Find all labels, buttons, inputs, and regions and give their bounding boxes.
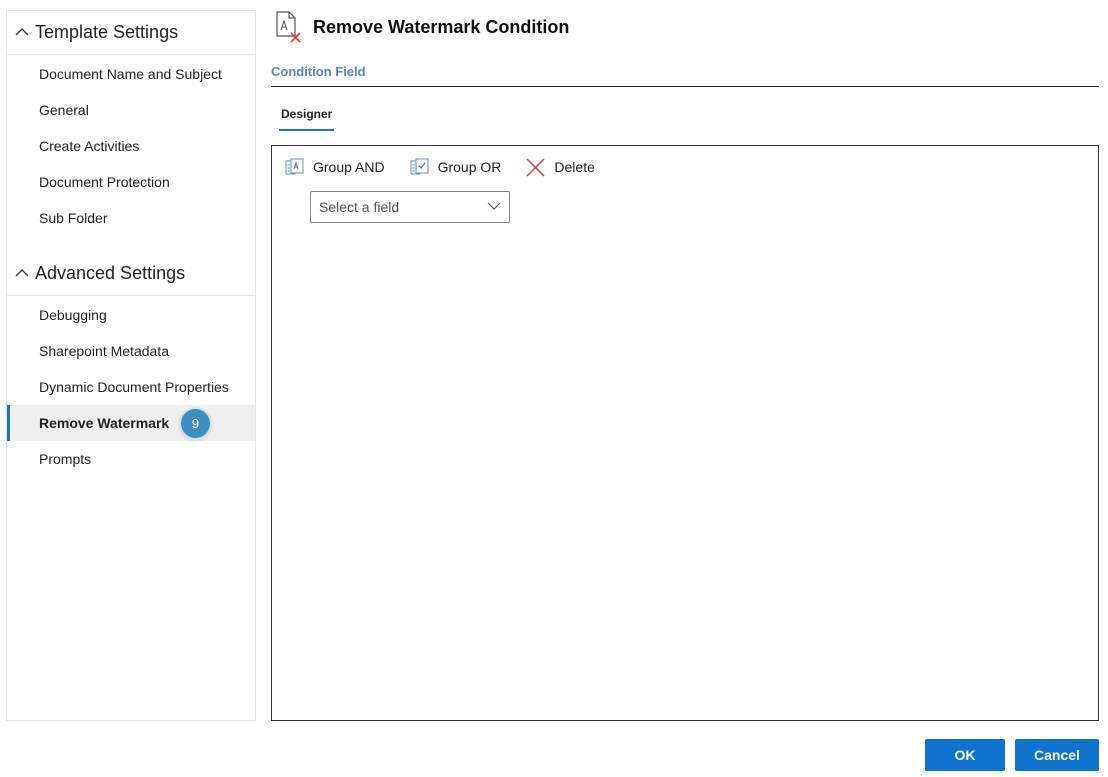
sidebar-item-label: Document Name and Subject <box>39 66 222 82</box>
section-template-settings[interactable]: Template Settings <box>7 11 255 55</box>
designer-toolbar: Group AND Group OR Delete <box>285 157 620 177</box>
delete-button[interactable]: Delete <box>526 157 595 177</box>
sidebar-item-label: Create Activities <box>39 138 140 154</box>
ok-button[interactable]: OK <box>925 739 1005 771</box>
sidebar-item-label: Prompts <box>39 451 92 467</box>
sidebar-item-sub-folder[interactable]: Sub Folder <box>7 200 255 236</box>
group-and-button[interactable]: Group AND <box>285 158 385 176</box>
settings-sidebar: Template Settings Document Name and Subj… <box>6 10 256 721</box>
chevron-up-icon <box>15 28 29 36</box>
sidebar-item-debugging[interactable]: Debugging <box>7 297 255 333</box>
group-or-label: Group OR <box>437 159 502 175</box>
sidebar-item-document-protection[interactable]: Document Protection <box>7 164 255 200</box>
section-title: Template Settings <box>35 22 179 42</box>
sidebar-item-label: Document Protection <box>39 174 170 190</box>
sidebar-item-label: Remove Watermark <box>39 415 170 431</box>
condition-field-label: Condition Field <box>271 64 366 79</box>
sidebar-item-label: Dynamic Document Properties <box>39 379 229 395</box>
group-and-icon <box>285 158 304 175</box>
condition-field-divider <box>271 86 1099 87</box>
field-select-placeholder: Select a field <box>319 199 400 215</box>
sidebar-item-dynamic-document-properties[interactable]: Dynamic Document Properties <box>7 369 255 405</box>
delete-label: Delete <box>554 159 595 175</box>
group-and-label: Group AND <box>313 159 385 175</box>
section-advanced-settings[interactable]: Advanced Settings <box>7 252 255 296</box>
section-title: Advanced Settings <box>35 263 186 283</box>
condition-designer-panel: Group AND Group OR Delete Select a field <box>271 145 1099 721</box>
sidebar-item-label: Sub Folder <box>39 210 108 226</box>
field-select-dropdown[interactable]: Select a field <box>310 191 510 223</box>
sidebar-item-general[interactable]: General <box>7 92 255 128</box>
sidebar-item-prompts[interactable]: Prompts <box>7 441 255 477</box>
group-or-icon <box>410 158 429 175</box>
group-or-button[interactable]: Group OR <box>410 158 502 176</box>
sidebar-item-label: Sharepoint Metadata <box>39 343 169 359</box>
chevron-down-icon <box>487 202 501 210</box>
tab-designer[interactable]: Designer <box>279 107 335 131</box>
sidebar-item-label: Debugging <box>39 307 107 323</box>
delete-x-icon <box>526 157 545 177</box>
page-title: Remove Watermark Condition <box>313 16 570 37</box>
sidebar-item-sharepoint-metadata[interactable]: Sharepoint Metadata <box>7 333 255 369</box>
document-remove-icon <box>276 11 301 43</box>
sidebar-item-remove-watermark[interactable]: Remove Watermark 9 <box>7 405 255 441</box>
sidebar-item-create-activities[interactable]: Create Activities <box>7 128 255 164</box>
chevron-up-icon <box>15 269 29 277</box>
cancel-button[interactable]: Cancel <box>1015 739 1099 771</box>
step-badge: 9 <box>181 409 210 438</box>
sidebar-item-label: General <box>39 102 89 118</box>
sidebar-item-document-name-and-subject[interactable]: Document Name and Subject <box>7 56 255 92</box>
page-header: Remove Watermark Condition <box>274 10 569 44</box>
